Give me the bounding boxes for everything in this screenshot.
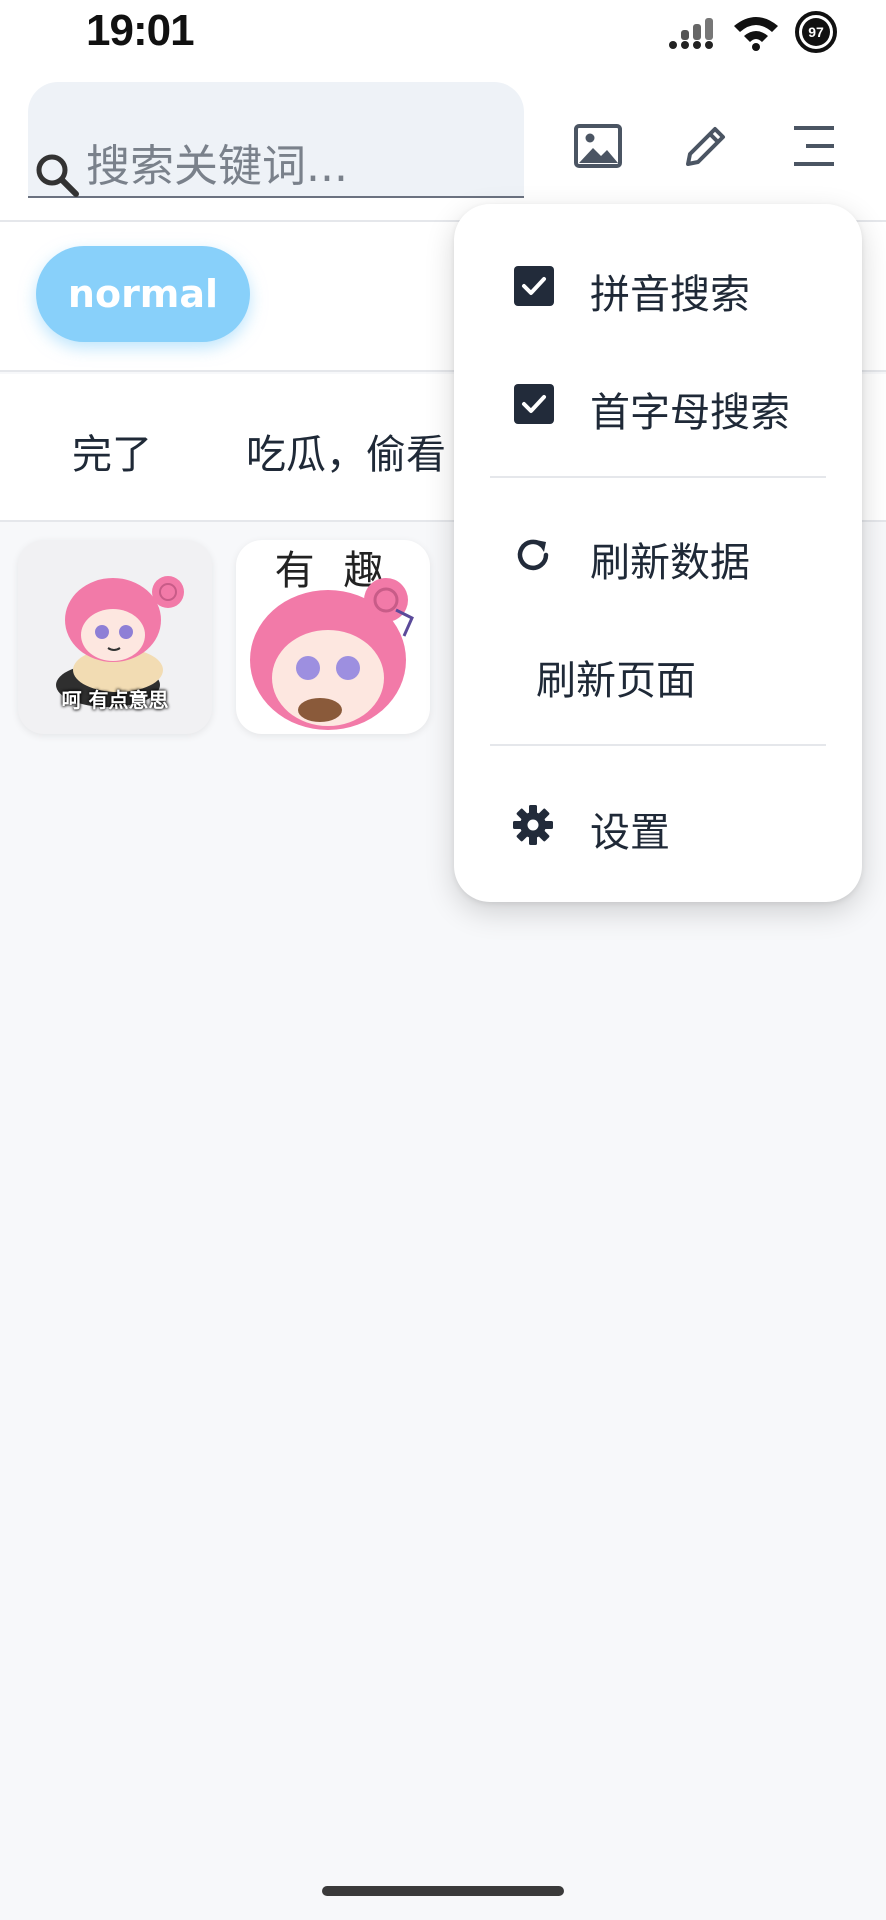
top-app-bar bbox=[0, 66, 886, 222]
menu-item-label: 设置 bbox=[590, 810, 670, 856]
sticker-image bbox=[250, 578, 414, 730]
menu-item-refresh-page[interactable]: 刷新页面 bbox=[454, 618, 862, 728]
home-indicator[interactable] bbox=[322, 1886, 564, 1896]
search-icon bbox=[36, 154, 79, 197]
pencil-icon bbox=[686, 127, 725, 166]
menu-item-settings[interactable]: 设置 bbox=[454, 770, 862, 880]
battery-icon: 97 bbox=[795, 11, 837, 53]
tag-item[interactable]: 吃瓜，偷看 bbox=[246, 422, 446, 480]
menu-item-label: 刷新数据 bbox=[590, 540, 750, 586]
tag-item[interactable]: 完了 bbox=[72, 422, 152, 480]
refresh-icon bbox=[517, 539, 549, 571]
image-icon bbox=[574, 124, 622, 168]
menu-item-refresh-data[interactable]: 刷新数据 bbox=[454, 500, 862, 610]
menu-item-pinyin-search[interactable]: 拼音搜索 bbox=[454, 232, 862, 342]
edit-button[interactable] bbox=[676, 116, 736, 176]
menu-divider bbox=[490, 744, 826, 746]
menu-divider bbox=[490, 476, 826, 478]
pinyin-search-checkbox[interactable] bbox=[514, 266, 554, 306]
status-time: 19:01 bbox=[86, 6, 195, 55]
sticker-caption: 呵 有点意思 bbox=[61, 688, 169, 712]
menu-item-label: 首字母搜索 bbox=[590, 390, 790, 436]
overflow-menu: 拼音搜索 首字母搜索 刷新数据 刷新页面 设置 bbox=[454, 204, 862, 902]
status-bar: 19:01 97 bbox=[0, 0, 886, 66]
menu-item-label: 刷新页面 bbox=[536, 658, 696, 704]
checkmark-icon bbox=[522, 277, 546, 295]
initial-search-checkbox[interactable] bbox=[514, 384, 554, 424]
image-button[interactable] bbox=[568, 116, 628, 176]
menu-item-label: 拼音搜索 bbox=[590, 272, 750, 318]
menu-item-initial-search[interactable]: 首字母搜索 bbox=[454, 350, 862, 460]
category-chip-normal[interactable]: normal bbox=[36, 246, 250, 342]
menu-icon bbox=[794, 126, 834, 166]
gear-icon bbox=[513, 805, 553, 845]
app-screen: 19:01 97 搜索关键词... normal 完了 吃瓜，偷看 呵 有点意思… bbox=[0, 0, 886, 1920]
status-icons: 97 bbox=[668, 10, 838, 54]
search-input[interactable] bbox=[86, 136, 506, 196]
checkmark-icon bbox=[522, 395, 546, 413]
sticker-tile[interactable]: 呵 有点意思 bbox=[18, 540, 212, 734]
wifi-icon bbox=[734, 17, 778, 51]
svg-text:97: 97 bbox=[808, 24, 824, 40]
search-field[interactable] bbox=[28, 82, 524, 198]
sticker-tile[interactable]: 有 趣 bbox=[236, 540, 430, 734]
signal-icon bbox=[669, 18, 713, 49]
menu-button[interactable] bbox=[784, 116, 844, 176]
